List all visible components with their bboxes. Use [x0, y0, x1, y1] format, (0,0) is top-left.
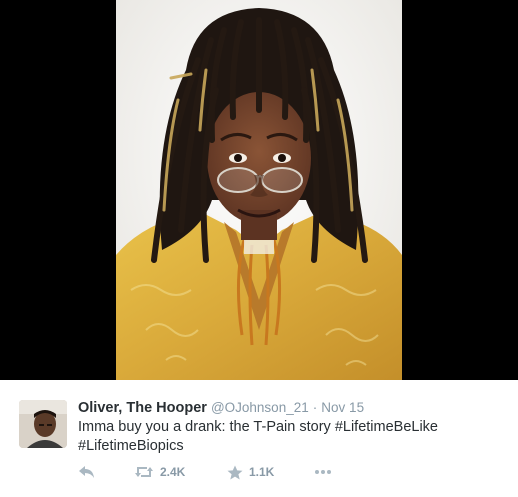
tweet-actions: 2.4K 1.1K: [78, 462, 378, 482]
retweet-button[interactable]: 2.4K: [134, 462, 185, 482]
favorite-count: 1.1K: [249, 465, 275, 479]
separator-dot: ·: [312, 400, 318, 415]
user-handle[interactable]: @OJohnson_21: [211, 400, 309, 415]
tweet-text-main: Imma buy you a drank: the T-Pain story: [78, 419, 335, 435]
retweet-count: 2.4K: [160, 465, 186, 479]
reply-arrow-icon: [79, 466, 94, 478]
ellipsis-icon: [315, 470, 331, 474]
tweet-date[interactable]: Nov 15: [321, 400, 364, 415]
portrait-image: [116, 0, 402, 380]
star-icon: [227, 465, 243, 479]
hashtag-lifetimebiopics[interactable]: #LifetimeBiopics: [78, 438, 184, 454]
tweet-header: Oliver, The Hooper @OJohnson_21 · Nov 15: [78, 399, 364, 417]
more-options-button[interactable]: [314, 462, 332, 482]
tweet-card: Oliver, The Hooper @OJohnson_21 · Nov 15…: [0, 0, 518, 497]
avatar-image: [19, 400, 67, 448]
avatar[interactable]: [19, 400, 67, 448]
tweet-media[interactable]: [0, 0, 518, 380]
favorite-button[interactable]: 1.1K: [227, 462, 274, 482]
display-name[interactable]: Oliver, The Hooper: [78, 400, 207, 416]
tweet-photo[interactable]: [116, 0, 402, 380]
tweet-body: Oliver, The Hooper @OJohnson_21 · Nov 15…: [0, 380, 518, 497]
reply-button[interactable]: [78, 462, 96, 482]
retweet-icon: [135, 467, 153, 477]
hashtag-lifetimebelike[interactable]: #LifetimeBeLike: [335, 419, 438, 435]
tweet-text: Imma buy you a drank: the T-Pain story #…: [78, 418, 498, 456]
